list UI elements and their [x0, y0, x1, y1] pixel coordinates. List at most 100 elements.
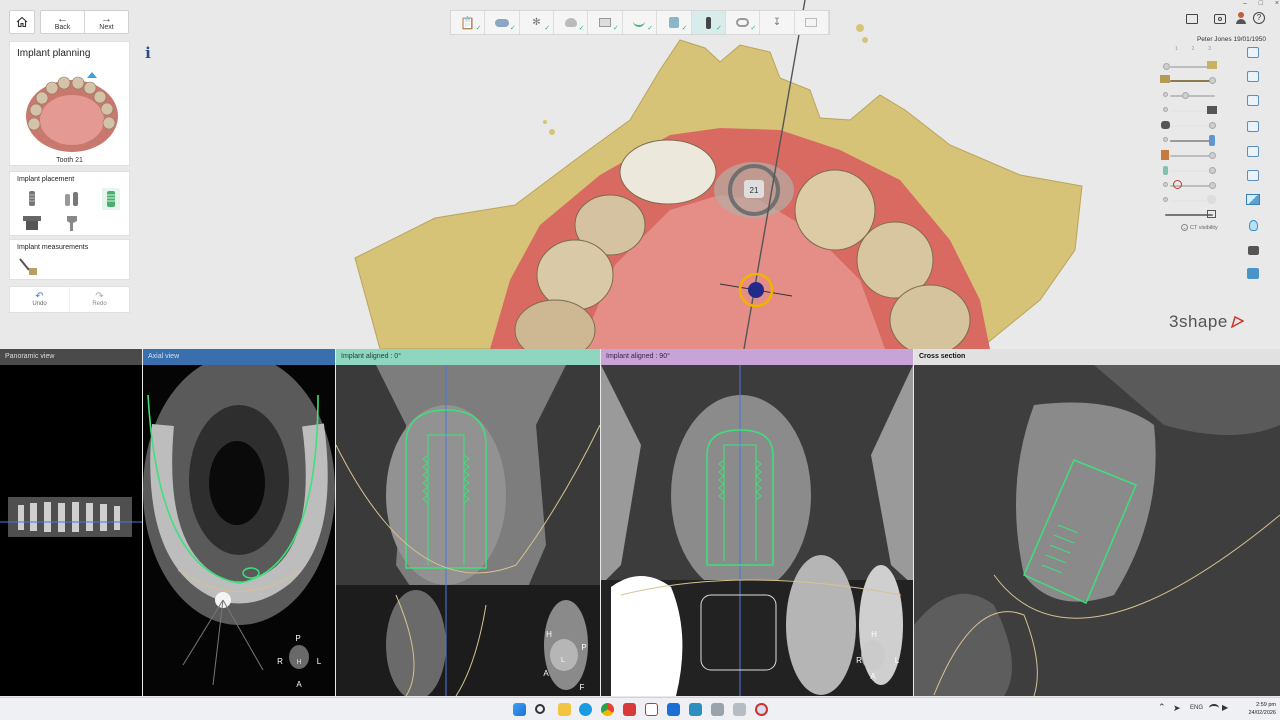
implant-planning-panel: Implant planning Tooth 21	[9, 41, 130, 166]
workflow-step-finish[interactable]	[795, 11, 829, 34]
view-icon[interactable]	[1247, 170, 1259, 181]
view-icon[interactable]	[1247, 47, 1259, 58]
implant-selected-tool-button[interactable]	[102, 188, 120, 210]
ct-icon	[599, 18, 612, 27]
orientation-right: L	[895, 656, 900, 665]
scanner-app-icon[interactable]	[711, 703, 724, 716]
implant-placement-panel: Implant placement	[9, 171, 130, 236]
workflow-step-tooth[interactable]: ✓	[554, 11, 589, 34]
cross-section-view[interactable]	[914, 365, 1280, 696]
workflow-step-guide[interactable]: ✓	[726, 11, 761, 34]
info-button[interactable]: i	[137, 41, 159, 65]
undo-redo-panel: ↶ Undo ↷ Redo	[9, 286, 130, 313]
workflow-step-implant[interactable]: ✓	[691, 11, 726, 34]
redo-button[interactable]: ↷ Redo	[70, 287, 129, 312]
orientation-bottom: A	[870, 672, 876, 681]
measure-icon	[19, 258, 37, 275]
aligned0-view-header[interactable]: Implant aligned : 0°	[336, 349, 600, 365]
next-label: Next	[99, 23, 114, 31]
chrome-icon[interactable]	[601, 703, 614, 716]
monitor-button[interactable]	[1186, 14, 1198, 24]
placement-title: Implant placement	[17, 176, 75, 183]
lightbulb-icon[interactable]	[1249, 220, 1258, 231]
bone-layer-icon	[1207, 61, 1217, 69]
workflow-step-order[interactable]: 📋 ✓	[451, 11, 486, 34]
language-indicator[interactable]: ENG	[1190, 705, 1203, 711]
jaw-model-thumbnail[interactable]	[22, 64, 122, 156]
search-icon[interactable]	[535, 704, 545, 714]
volume-icon[interactable]: ▶	[1222, 703, 1228, 712]
view-icon[interactable]	[1247, 71, 1259, 82]
tooth-layer-icon	[1207, 195, 1216, 204]
workflow-step-crown[interactable]: ✓	[657, 11, 692, 34]
implant-selected-icon	[107, 191, 115, 207]
measurements-title: Implant measurements	[17, 244, 89, 251]
panoramic-view-header[interactable]: Panoramic view	[0, 349, 142, 365]
screenshot-icon[interactable]	[1248, 246, 1259, 255]
orientation-head-icon	[861, 640, 885, 670]
abutment-tool-button[interactable]	[21, 214, 43, 232]
cross-section-header[interactable]: Cross section	[914, 349, 1280, 365]
workflow-step-export[interactable]: ↧	[760, 11, 795, 34]
implant-tool-button[interactable]	[23, 189, 41, 209]
settings-app-icon[interactable]	[689, 703, 702, 716]
next-button[interactable]: → Next	[85, 11, 128, 33]
back-next-group: ← Back → Next	[40, 10, 129, 34]
back-button[interactable]: ← Back	[41, 11, 85, 33]
workflow-step-align[interactable]: ✻ ✓	[520, 11, 555, 34]
patient-info: Peter Jones 19/01/1950	[1196, 36, 1266, 43]
multi-implant-tool-button[interactable]	[62, 189, 82, 209]
undo-button[interactable]: ↶ Undo	[10, 287, 70, 312]
view-icon[interactable]	[1247, 121, 1259, 132]
ct-visibility-slider[interactable]	[1165, 214, 1213, 216]
workflow-step-scan[interactable]: ✓	[485, 11, 520, 34]
measure-tool-button[interactable]	[17, 256, 39, 278]
windows-taskbar: ⌃ ➤ ENG ▶ 2:59 pm 24/02/2026	[0, 697, 1280, 720]
tooth-marker-21[interactable]: 21	[750, 186, 759, 195]
3shape-app-icon[interactable]	[645, 703, 658, 716]
panoramic-view[interactable]	[0, 365, 142, 696]
3shape-triangle-icon	[1230, 316, 1244, 328]
tray-chevron-icon[interactable]: ⌃	[1158, 702, 1166, 713]
3d-model-viewport[interactable]: 21	[340, 0, 1100, 349]
store-app-icon[interactable]	[667, 703, 680, 716]
crown-layer-icon	[1161, 121, 1170, 129]
wifi-icon[interactable]	[1209, 704, 1219, 712]
layer-slider[interactable]	[1170, 95, 1215, 97]
windows-start-icon[interactable]	[513, 703, 526, 716]
clip-plane-icon[interactable]	[1246, 194, 1260, 205]
undo-label: Undo	[32, 301, 47, 307]
redo-icon: ↷	[95, 291, 104, 302]
viewer-app-icon[interactable]	[733, 703, 746, 716]
file-explorer-icon[interactable]	[558, 703, 571, 716]
crown-icon	[668, 17, 679, 28]
camera-button[interactable]	[1214, 14, 1226, 24]
maximize-icon[interactable]: □	[1259, 0, 1263, 8]
workflow-step-ct[interactable]: ✓	[588, 11, 623, 34]
panoramic-view-title: Panoramic view	[5, 353, 55, 360]
workflow-toolbar: 📋 ✓ ✓ ✻ ✓ ✓ ✓ ✓ ✓ ✓ ✓ ↧	[450, 10, 830, 35]
minimize-icon[interactable]: –	[1243, 0, 1247, 8]
clock[interactable]: 2:59 pm 24/02/2026	[1236, 701, 1276, 717]
workflow-step-nerve[interactable]: ✓	[623, 11, 658, 34]
implant-aligned-0-view[interactable]: H P A F L	[336, 365, 600, 696]
axial-view[interactable]: P R L A H	[143, 365, 335, 696]
media-app-icon[interactable]	[623, 703, 636, 716]
aligned90-view-header[interactable]: Implant aligned : 90°	[601, 349, 913, 365]
guide-report-icon[interactable]	[1247, 268, 1259, 279]
network-icon[interactable]: ➤	[1173, 703, 1181, 714]
help-button[interactable]: ?	[1253, 12, 1265, 24]
implant-studio-icon[interactable]	[755, 703, 768, 716]
drill-layer-icon	[1163, 166, 1168, 175]
aligned90-view-title: Implant aligned : 90°	[606, 353, 670, 360]
implant-aligned-90-view[interactable]: H R L A	[601, 365, 913, 696]
view-icon[interactable]	[1247, 95, 1259, 106]
axial-view-header[interactable]: Axial view	[143, 349, 335, 365]
edge-icon[interactable]	[579, 703, 592, 716]
view-icon[interactable]	[1247, 146, 1259, 157]
close-icon[interactable]: ×	[1275, 0, 1279, 8]
home-button[interactable]	[9, 10, 35, 34]
user-button[interactable]	[1236, 12, 1246, 25]
angled-abutment-tool-button[interactable]	[63, 213, 81, 233]
ct-visibility-toggle[interactable]: ⌄ CT visibility	[1181, 224, 1218, 231]
